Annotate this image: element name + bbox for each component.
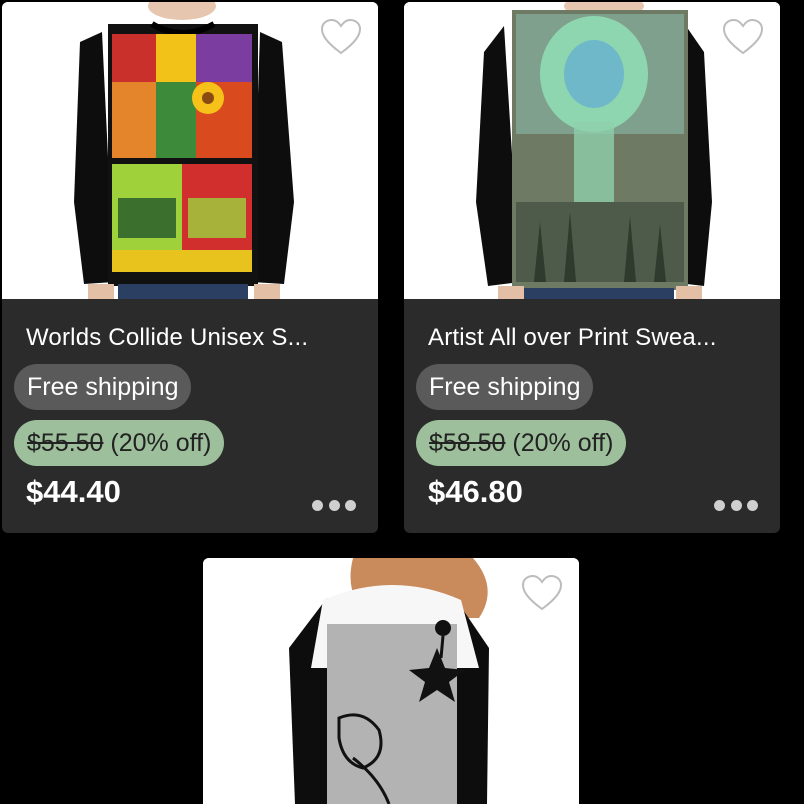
discount-badge: $58.50 (20% off) — [416, 420, 627, 466]
more-dots-icon[interactable] — [312, 498, 356, 512]
discount-percent: (20% off) — [110, 429, 212, 457]
original-price: $58.50 — [429, 429, 506, 457]
original-price: $55.50 — [27, 429, 104, 457]
product-title[interactable]: Artist All over Print Swea... — [428, 324, 756, 352]
discount-percent: (20% off) — [512, 429, 614, 457]
free-shipping-badge: Free shipping — [14, 364, 192, 410]
product-card-1[interactable]: Worlds Collide Unisex S... Free shipping… — [2, 2, 378, 533]
more-dots-icon[interactable] — [714, 498, 758, 512]
heart-outline-icon[interactable] — [320, 18, 362, 56]
product-title[interactable]: Worlds Collide Unisex S... — [26, 324, 354, 352]
product-card-2[interactable]: Artist All over Print Swea... Free shipp… — [404, 2, 780, 533]
sale-price: $46.80 — [428, 474, 523, 509]
heart-outline-icon[interactable] — [521, 574, 563, 612]
sale-price: $44.40 — [26, 474, 121, 509]
free-shipping-badge: Free shipping — [416, 364, 594, 410]
discount-badge: $55.50 (20% off) — [14, 420, 225, 466]
heart-outline-icon[interactable] — [722, 18, 764, 56]
product-card-3[interactable] — [203, 558, 579, 804]
